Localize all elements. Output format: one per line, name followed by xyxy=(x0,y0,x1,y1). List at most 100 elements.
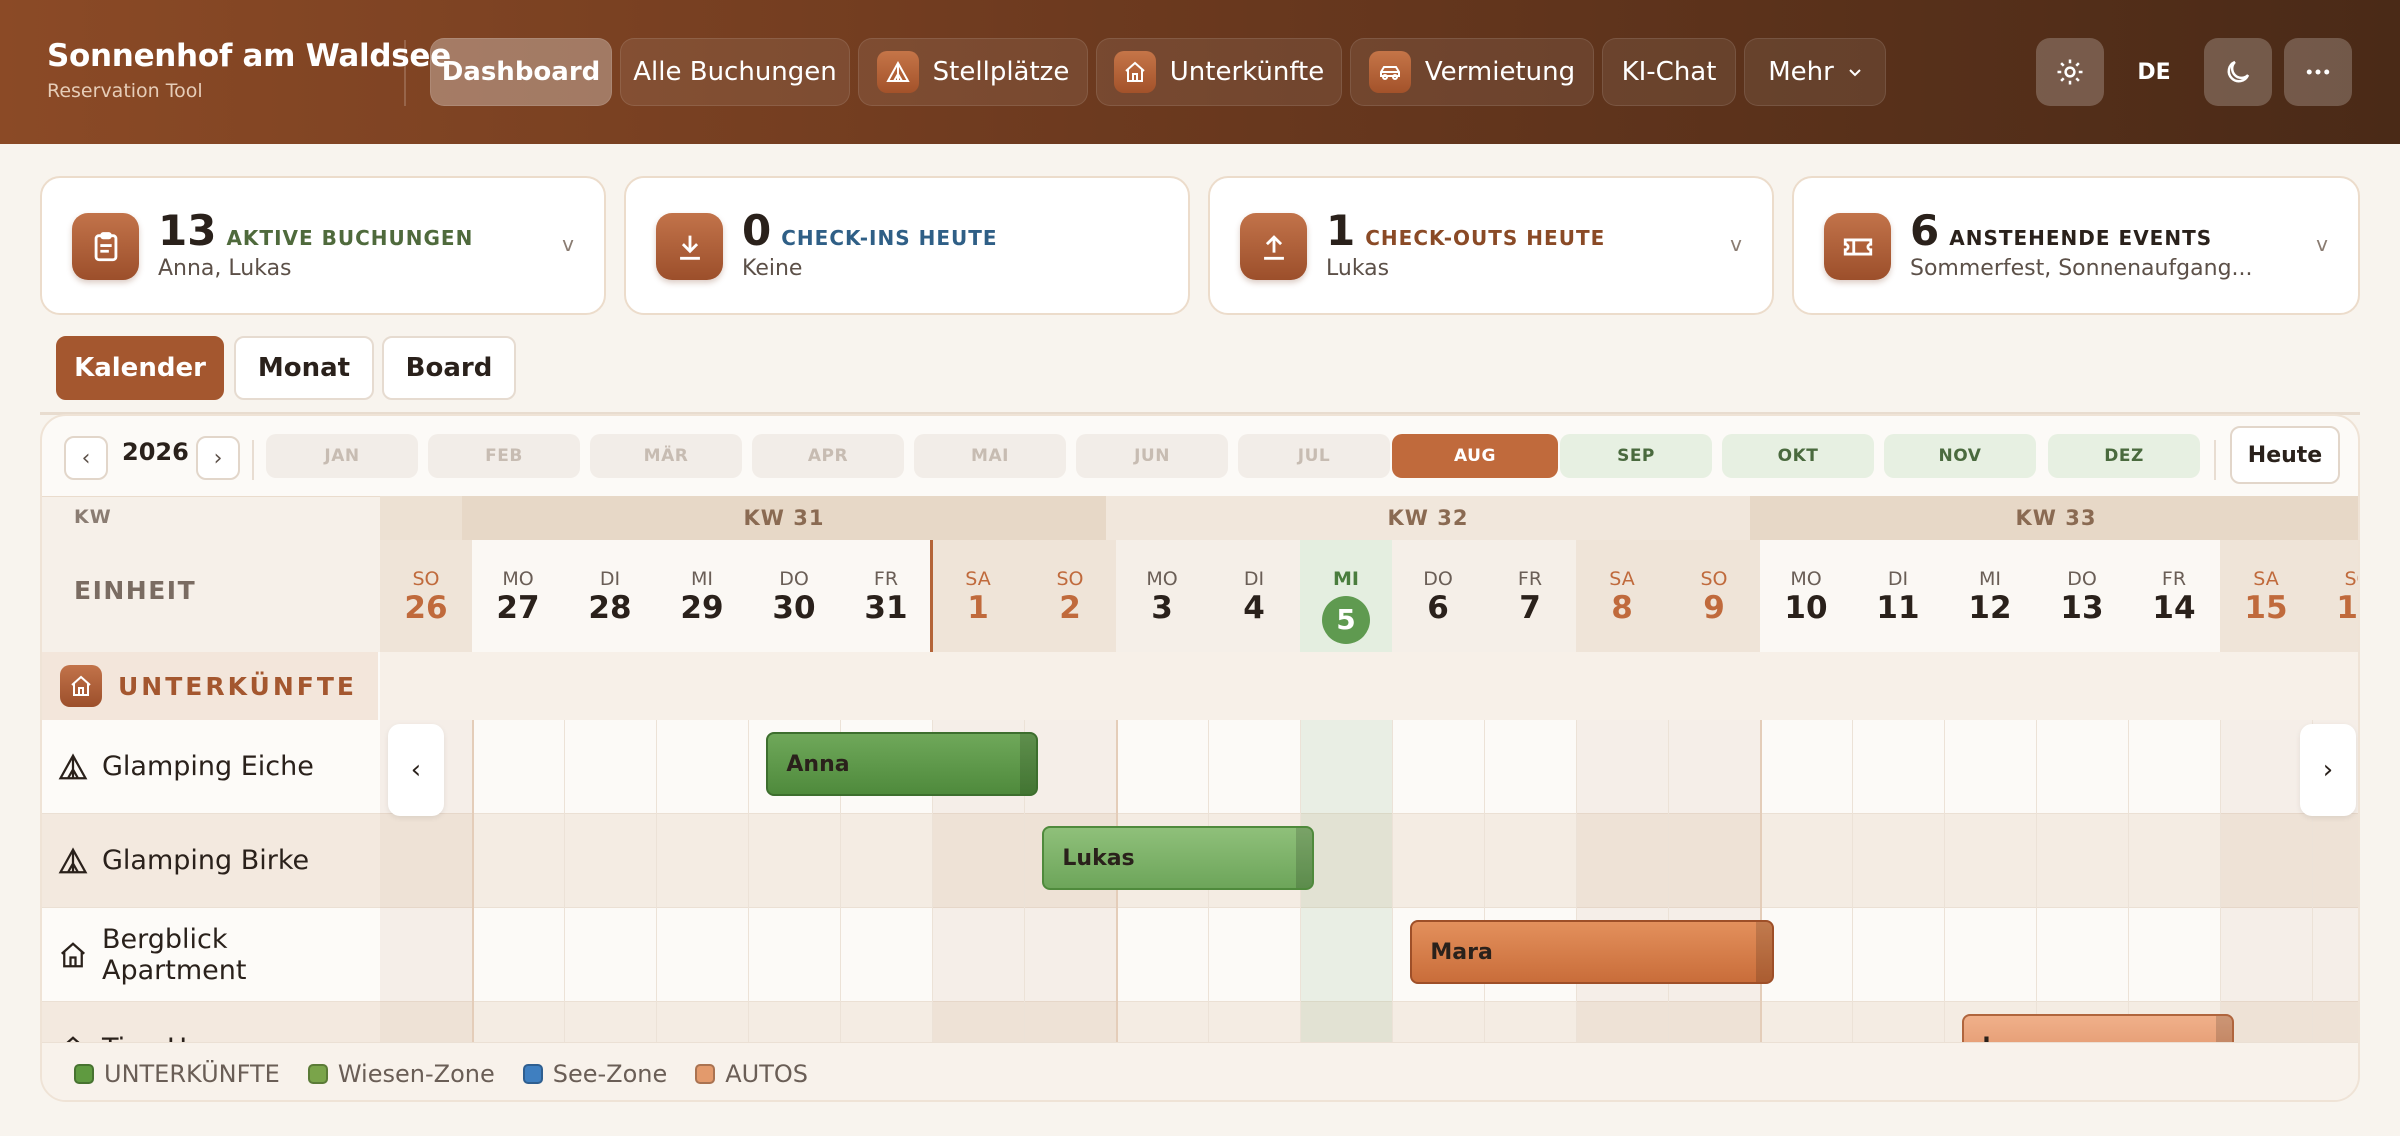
nav-mehr[interactable]: Mehr xyxy=(1744,38,1886,106)
day-header-16[interactable]: SO16 xyxy=(2312,540,2358,652)
day-header-4[interactable]: DI 4 xyxy=(1208,540,1300,652)
day-number: 31 xyxy=(864,590,908,626)
language-switch[interactable]: DE xyxy=(2120,38,2188,106)
view-tab-monat[interactable]: Monat xyxy=(234,336,374,400)
nav-ki-chat[interactable]: KI-Chat xyxy=(1602,38,1736,106)
expand-toggle[interactable]: v xyxy=(562,232,574,256)
day-name: DO xyxy=(1423,568,1453,590)
scroll-right-button[interactable]: › xyxy=(2300,724,2356,816)
day-number: 4 xyxy=(1243,590,1265,626)
app-subtitle: Reservation Tool xyxy=(47,80,203,102)
month-jan[interactable]: JAN xyxy=(266,434,418,478)
unit-name: Glamping Eiche xyxy=(102,751,314,782)
day-header-1[interactable]: SA 1 xyxy=(932,540,1024,652)
day-header-29[interactable]: MI 29 xyxy=(656,540,748,652)
nav-stellplaetze[interactable]: Stellplätze xyxy=(858,38,1088,106)
stat-active-bookings[interactable]: 13 AKTIVE BUCHUNGEN Anna, Lukas v xyxy=(40,176,606,315)
view-tab-kalender[interactable]: Kalender xyxy=(56,336,224,400)
day-cell-shade xyxy=(1300,720,1392,814)
tent-icon xyxy=(876,51,919,93)
view-tab-board[interactable]: Board xyxy=(382,336,516,400)
day-number: 7 xyxy=(1519,590,1541,626)
unit-name: Bergblick Apartment xyxy=(102,923,247,986)
day-header-9[interactable]: SO 9 xyxy=(1668,540,1760,652)
day-name: SO xyxy=(1700,568,1728,590)
month-sep[interactable]: SEP xyxy=(1560,434,1712,478)
month-jul[interactable]: JUL xyxy=(1238,434,1390,478)
day-name: FR xyxy=(2161,568,2187,590)
stat-check-outs[interactable]: 1 CHECK-OUTS HEUTE Lukas v xyxy=(1208,176,1774,315)
expand-toggle[interactable]: v xyxy=(2316,232,2328,256)
day-header-3[interactable]: MO 3 xyxy=(1116,540,1208,652)
day-header-12[interactable]: MI 12 xyxy=(1944,540,2036,652)
day-cell-shade xyxy=(1300,814,1392,908)
day-header-11[interactable]: DI 11 xyxy=(1852,540,1944,652)
day-cell-shade xyxy=(1668,720,1760,814)
brand[interactable]: Sonnenhof am Waldsee Reservation Tool xyxy=(47,38,451,102)
today-button[interactable]: Heute xyxy=(2230,426,2340,484)
day-name: MI xyxy=(691,568,713,590)
more-menu-button[interactable] xyxy=(2284,38,2352,106)
day-number: 30 xyxy=(772,590,816,626)
legend-swatch xyxy=(522,1063,543,1084)
month-nov[interactable]: NOV xyxy=(1884,434,2036,478)
month-okt[interactable]: OKT xyxy=(1722,434,1874,478)
next-year-button[interactable]: › xyxy=(196,436,240,480)
day-number: 26 xyxy=(404,590,448,626)
day-header-31[interactable]: FR 31 xyxy=(840,540,932,652)
stat-value: 6 xyxy=(1910,206,1940,255)
day-header-7[interactable]: FR 7 xyxy=(1484,540,1576,652)
settings-button[interactable] xyxy=(2036,38,2104,106)
day-header-13[interactable]: DO 13 xyxy=(2036,540,2128,652)
prev-year-button[interactable]: ‹ xyxy=(64,436,108,480)
stat-detail: Anna, Lukas xyxy=(158,256,292,281)
day-header-27[interactable]: MO 27 xyxy=(472,540,564,652)
day-number: 27 xyxy=(496,590,540,626)
day-number: 2 xyxy=(1059,590,1081,626)
stat-events[interactable]: 6 ANSTEHENDE EVENTS Sommerfest, Sonnenau… xyxy=(1792,176,2360,315)
month-aug[interactable]: AUG xyxy=(1392,434,1558,478)
month-feb[interactable]: FEB xyxy=(428,434,580,478)
theme-toggle-button[interactable] xyxy=(2204,38,2272,106)
booking-bar[interactable]: Mara xyxy=(1410,920,1774,984)
unit-row-label[interactable]: Glamping Birke xyxy=(42,814,380,908)
day-header-30[interactable]: DO 30 xyxy=(748,540,840,652)
booking-bar[interactable]: Anna xyxy=(766,732,1038,796)
month-mai[interactable]: MAI xyxy=(914,434,1066,478)
unit-row-label[interactable]: Glamping Eiche xyxy=(42,720,380,814)
gear-icon xyxy=(2057,59,2083,85)
month-dez[interactable]: DEZ xyxy=(2048,434,2200,478)
stat-check-ins[interactable]: 0 CHECK-INS HEUTE Keine xyxy=(624,176,1190,315)
nav-vermietung[interactable]: Vermietung xyxy=(1350,38,1594,106)
day-header-5[interactable]: MI 5 xyxy=(1300,540,1392,652)
day-name: DI xyxy=(1887,568,1909,590)
day-header-8[interactable]: SA 8 xyxy=(1576,540,1668,652)
day-header-2[interactable]: SO 2 xyxy=(1024,540,1116,652)
day-cell-shade xyxy=(2312,814,2358,908)
month-jun[interactable]: JUN xyxy=(1076,434,1228,478)
unit-row-label[interactable]: Bergblick Apartment xyxy=(42,908,380,1002)
day-header-28[interactable]: DI 28 xyxy=(564,540,656,652)
scroll-left-button[interactable]: ‹ xyxy=(388,724,444,816)
day-header-15[interactable]: SA 15 xyxy=(2220,540,2312,652)
nav-dashboard[interactable]: Dashboard xyxy=(430,38,612,106)
month-apr[interactable]: APR xyxy=(752,434,904,478)
day-header-10[interactable]: MO 10 xyxy=(1760,540,1852,652)
nav-alle-buchungen[interactable]: Alle Buchungen xyxy=(620,38,850,106)
expand-toggle[interactable]: v xyxy=(1730,232,1742,256)
legend-item: AUTOS xyxy=(695,1060,808,1088)
house-icon xyxy=(58,940,88,970)
day-header-6[interactable]: DO 6 xyxy=(1392,540,1484,652)
booking-bar[interactable]: Lukas xyxy=(1042,826,1314,890)
legend-swatch xyxy=(307,1063,328,1084)
day-number: 1 xyxy=(967,590,989,626)
nav-label: Stellplätze xyxy=(932,57,1070,87)
grid-line xyxy=(1760,720,1762,1042)
day-cell-shade xyxy=(2220,814,2312,908)
tent-icon xyxy=(58,846,88,876)
day-header-14[interactable]: FR 14 xyxy=(2128,540,2220,652)
day-name: DO xyxy=(779,568,809,590)
nav-unterkuenfte[interactable]: Unterkünfte xyxy=(1096,38,1342,106)
day-header-26[interactable]: SO 26 xyxy=(380,540,472,652)
month-mär[interactable]: MÄR xyxy=(590,434,742,478)
